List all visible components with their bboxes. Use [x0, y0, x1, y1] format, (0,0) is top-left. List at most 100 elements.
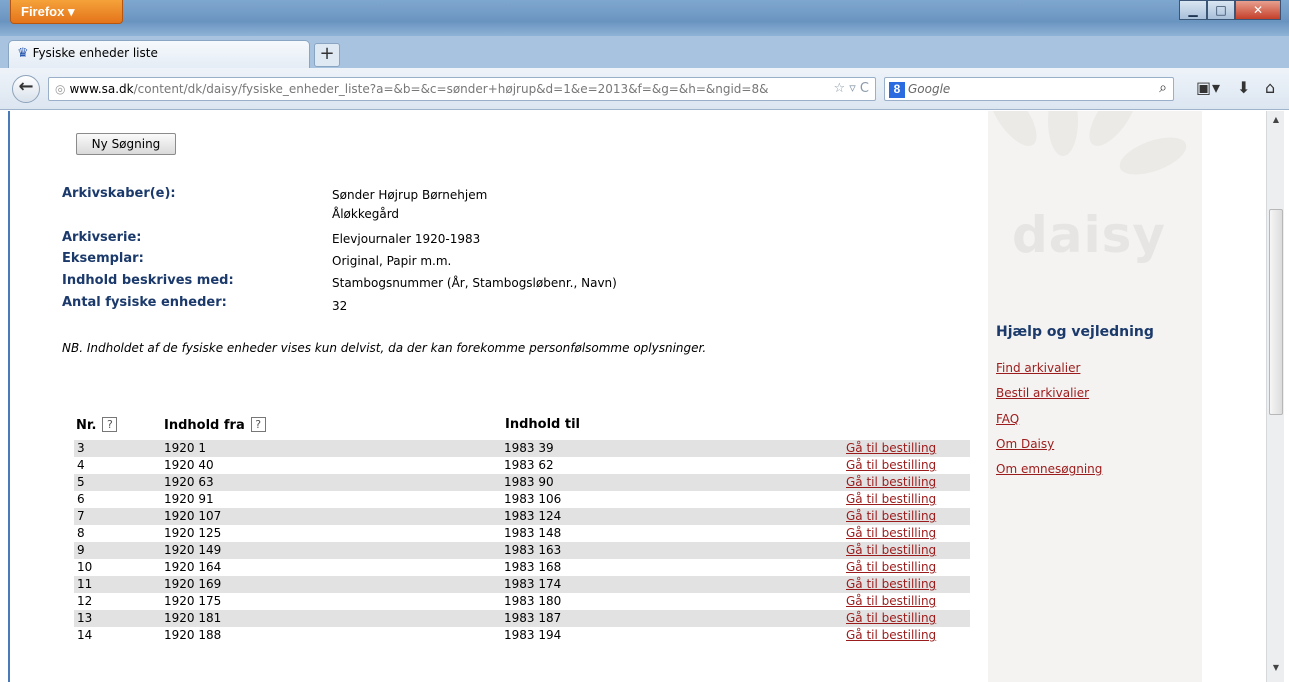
firefox-menu-button[interactable]: Firefox ▾ [10, 0, 123, 24]
google-icon[interactable]: 8 [889, 82, 905, 98]
scroll-up-icon[interactable]: ▲ [1267, 115, 1285, 131]
vertical-scrollbar[interactable]: ▲ ▼ [1266, 111, 1284, 682]
order-link[interactable]: Gå til bestilling [846, 560, 936, 574]
order-link[interactable]: Gå til bestilling [846, 492, 936, 506]
cell-from: 1920 107 [164, 509, 222, 523]
search-placeholder: Google [908, 82, 951, 96]
order-link[interactable]: Gå til bestilling [846, 475, 936, 489]
privacy-note: NB. Indholdet af de fysiske enheder vise… [62, 341, 707, 355]
maximize-icon[interactable]: □ [1207, 0, 1235, 20]
column-header-from: Indhold fra? [164, 417, 266, 433]
table-row: 14 1920 188 1983 194 Gå til bestilling [74, 627, 970, 644]
cell-nr: 5 [77, 475, 85, 489]
cell-to: 1983 106 [504, 492, 562, 506]
order-link[interactable]: Gå til bestilling [846, 611, 936, 625]
right-margin [1202, 111, 1266, 682]
order-link[interactable]: Gå til bestilling [846, 509, 936, 523]
cell-nr: 3 [77, 441, 85, 455]
cell-to: 1983 187 [504, 611, 562, 625]
meta-label-indhold: Indhold beskrives med: [62, 273, 234, 288]
cell-from: 1920 91 [164, 492, 214, 506]
cell-nr: 4 [77, 458, 85, 472]
url-domain: www.sa.dk [69, 82, 134, 96]
order-link[interactable]: Gå til bestilling [846, 628, 936, 642]
cell-nr: 12 [77, 594, 93, 608]
sidebar-link-faq[interactable]: FAQ [996, 412, 1019, 426]
meta-value-eksemplar: Original, Papir m.m. [332, 254, 452, 268]
sidebar-link-find-arkivalier[interactable]: Find arkivalier [996, 361, 1080, 375]
url-actions: ☆ ▿ C [833, 81, 869, 96]
cell-nr: 6 [77, 492, 85, 506]
table-row: 9 1920 149 1983 163 Gå til bestilling [74, 542, 970, 559]
new-search-button[interactable]: Ny Søgning [76, 133, 176, 155]
cell-from: 1920 125 [164, 526, 222, 540]
meta-label-arkivskaber: Arkivskaber(e): [62, 186, 176, 201]
header-from-label: Indhold fra [164, 418, 245, 433]
order-link[interactable]: Gå til bestilling [846, 526, 936, 540]
table-row: 5 1920 63 1983 90 Gå til bestilling [74, 474, 970, 491]
meta-value-antal: 32 [332, 299, 348, 313]
close-icon[interactable]: ✕ [1235, 0, 1281, 20]
cell-to: 1983 90 [504, 475, 554, 489]
reload-icon[interactable]: C [860, 81, 869, 96]
cell-from: 1920 169 [164, 577, 222, 591]
search-bar[interactable]: 8 Google ⌕ [884, 77, 1174, 101]
cell-from: 1920 164 [164, 560, 222, 574]
tab-title: Fysiske enheder liste [32, 46, 158, 60]
meta-label-arkivserie: Arkivserie: [62, 230, 142, 245]
dropdown-icon[interactable]: ▿ [849, 81, 856, 96]
cell-nr: 7 [77, 509, 85, 523]
cell-to: 1983 39 [504, 441, 554, 455]
cell-from: 1920 40 [164, 458, 214, 472]
sidebar-link-bestil-arkivalier[interactable]: Bestil arkivalier [996, 386, 1089, 400]
bookmarks-dropdown-icon[interactable]: ▾ [1212, 78, 1220, 97]
scroll-thumb[interactable] [1269, 209, 1283, 415]
globe-icon: ◎ [55, 82, 66, 96]
bookmarks-icon[interactable]: ▣ [1196, 78, 1211, 97]
url-path: /content/dk/daisy/fysiske_enheder_liste?… [133, 82, 769, 96]
meta-value-indhold: Stambogsnummer (År, Stambogsløbenr., Nav… [332, 276, 617, 290]
meta-value-arkivserie: Elevjournaler 1920-1983 [332, 232, 481, 246]
url-bar[interactable]: ◎ www.sa.dk/content/dk/daisy/fysiske_enhe… [48, 77, 876, 101]
window-titlebar: Firefox ▾ ▁ □ ✕ [0, 0, 1289, 36]
scroll-down-icon[interactable]: ▼ [1267, 663, 1285, 679]
table-row: 11 1920 169 1983 174 Gå til bestilling [74, 576, 970, 593]
table-row: 12 1920 175 1983 180 Gå til bestilling [74, 593, 970, 610]
order-link[interactable]: Gå til bestilling [846, 543, 936, 557]
new-tab-button[interactable]: + [314, 43, 340, 67]
download-icon[interactable]: ⬇ [1237, 78, 1250, 97]
sidebar-title: Hjælp og vejledning [996, 324, 1154, 340]
column-header-to: Indhold til [505, 417, 580, 432]
column-header-nr: Nr.? [76, 417, 118, 433]
help-icon[interactable]: ? [102, 417, 118, 432]
table-row: 7 1920 107 1983 124 Gå til bestilling [74, 508, 970, 525]
order-link[interactable]: Gå til bestilling [846, 594, 936, 608]
back-button[interactable]: ← [12, 75, 40, 103]
meta-label-antal: Antal fysiske enheder: [62, 295, 227, 310]
sidebar-link-om-emnesogning[interactable]: Om emnesøgning [996, 462, 1102, 476]
minimize-icon[interactable]: ▁ [1179, 0, 1207, 20]
cell-to: 1983 62 [504, 458, 554, 472]
search-icon[interactable]: ⌕ [1159, 80, 1167, 96]
table-row: 6 1920 91 1983 106 Gå til bestilling [74, 491, 970, 508]
bookmark-star-icon[interactable]: ☆ [833, 81, 845, 96]
order-link[interactable]: Gå til bestilling [846, 441, 936, 455]
table-row: 8 1920 125 1983 148 Gå til bestilling [74, 525, 970, 542]
cell-from: 1920 175 [164, 594, 222, 608]
tab-fysiske-enheder[interactable]: ♛ Fysiske enheder liste [8, 40, 310, 68]
table-row: 13 1920 181 1983 187 Gå til bestilling [74, 610, 970, 627]
window-controls: ▁ □ ✕ [1179, 0, 1281, 22]
order-link[interactable]: Gå til bestilling [846, 458, 936, 472]
cell-nr: 9 [77, 543, 85, 557]
help-icon[interactable]: ? [250, 417, 266, 432]
units-table: 3 1920 1 1983 39 Gå til bestilling 4 1920 40 1… [74, 440, 970, 644]
meta-value-arkivskaber-1: Sønder Højrup Børnehjem [332, 188, 488, 202]
order-link[interactable]: Gå til bestilling [846, 577, 936, 591]
cell-to: 1983 168 [504, 560, 562, 574]
home-icon[interactable]: ⌂ [1265, 78, 1275, 97]
cell-from: 1920 1 [164, 441, 206, 455]
help-sidebar: daisy Hjælp og vejledning Find arkivalie… [988, 111, 1202, 682]
sidebar-link-om-daisy[interactable]: Om Daisy [996, 437, 1054, 451]
daisy-logo: daisy [1012, 206, 1167, 264]
daisy-petals-decoration [988, 111, 1202, 201]
